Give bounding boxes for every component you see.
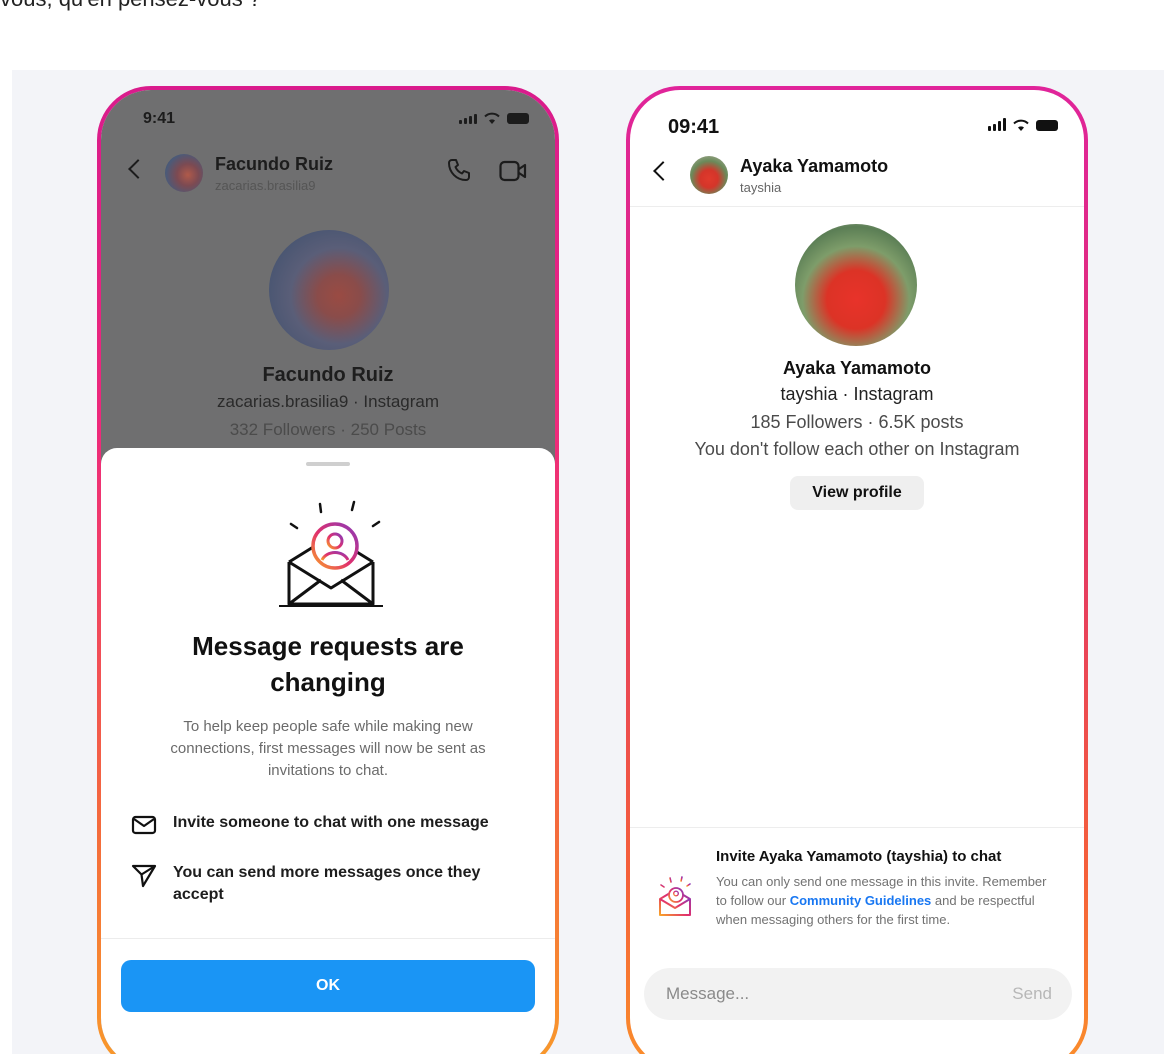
follow-status: You don't follow each other on Instagram — [694, 439, 1020, 459]
message-input[interactable]: Message... — [666, 984, 749, 1004]
phone-screen-right: 09:41 Ayaka Yamamoto tayshia Ayaka Yamam… — [630, 90, 1084, 1054]
signal-icon — [988, 118, 1006, 131]
video-call-icon[interactable] — [499, 160, 527, 182]
phone-mockup-right: 09:41 Ayaka Yamamoto tayshia Ayaka Yamam… — [626, 86, 1088, 1054]
profile-name: Facundo Ruiz — [262, 364, 394, 386]
ok-button[interactable]: OK — [121, 960, 535, 1012]
contact-username: zacarias.brasilia9 — [215, 178, 316, 193]
envelope-invite-icon — [659, 876, 691, 916]
back-arrow-icon[interactable] — [128, 159, 148, 179]
avatar[interactable] — [690, 156, 728, 194]
envelope-icon — [131, 815, 157, 835]
chat-header: Ayaka Yamamoto tayshia — [648, 156, 1066, 200]
wifi-icon — [1013, 119, 1029, 131]
back-arrow-icon[interactable] — [653, 161, 673, 181]
sheet-grabber[interactable] — [306, 462, 350, 466]
divider — [101, 938, 555, 939]
feature-item: You can send more messages once they acc… — [131, 862, 525, 906]
profile-stats: 185 Followers · 6.5K posts — [750, 412, 964, 432]
status-icons — [988, 118, 1058, 131]
battery-icon — [1036, 120, 1058, 131]
feature-text: You can send more messages once they acc… — [173, 864, 481, 903]
invite-description: You can only send one message in this in… — [716, 872, 1058, 929]
send-icon — [131, 864, 157, 888]
status-bar: 09:41 — [668, 116, 1058, 138]
status-icons — [459, 112, 529, 124]
profile-stats: 332 Followers · 250 Posts — [229, 420, 427, 439]
envelope-invite-icon — [279, 500, 383, 607]
send-button[interactable]: Send — [1012, 984, 1052, 1004]
contact-name[interactable]: Ayaka Yamamoto — [740, 156, 888, 177]
divider — [630, 206, 1084, 207]
wifi-icon — [484, 112, 500, 124]
phone-screen-left: 9:41 Facundo Ruiz zacarias.brasilia9 Fac… — [101, 90, 555, 1054]
illustration-stage: 9:41 Facundo Ruiz zacarias.brasilia9 Fac… — [12, 70, 1164, 1054]
page-caption: vous, qu'en pensez-vous ? — [0, 0, 261, 12]
signal-icon — [459, 114, 477, 124]
invite-title: Invite Ayaka Yamamoto (tayshia) to chat — [716, 848, 1002, 865]
status-bar: 9:41 — [143, 110, 529, 130]
bottom-sheet: Message requests are changing To help ke… — [101, 448, 555, 1054]
profile-photo — [269, 230, 389, 350]
status-time: 09:41 — [668, 116, 720, 138]
message-composer: Message... Send — [644, 968, 1072, 1020]
avatar[interactable] — [165, 154, 203, 192]
chat-header: Facundo Ruiz zacarias.brasilia9 — [123, 154, 533, 198]
contact-username: tayshia — [740, 180, 782, 195]
profile-name: Ayaka Yamamoto — [782, 358, 932, 378]
contact-name[interactable]: Facundo Ruiz — [215, 154, 333, 175]
sheet-title: Message requests are changing — [192, 631, 464, 697]
profile-username: tayshia · Instagram — [780, 384, 934, 404]
battery-icon — [507, 113, 529, 124]
community-guidelines-link[interactable]: Community Guidelines — [790, 893, 932, 908]
feature-item: Invite someone to chat with one message — [131, 812, 525, 838]
divider — [630, 827, 1084, 828]
phone-mockup-left: 9:41 Facundo Ruiz zacarias.brasilia9 Fac… — [97, 86, 559, 1054]
phone-call-icon[interactable] — [447, 158, 471, 182]
profile-username: zacarias.brasilia9 · Instagram — [216, 392, 440, 411]
sheet-description: To help keep people safe while making ne… — [170, 718, 486, 779]
profile-photo — [795, 224, 917, 346]
feature-text: Invite someone to chat with one message — [173, 814, 489, 831]
status-time: 9:41 — [143, 110, 176, 127]
view-profile-button[interactable]: View profile — [790, 476, 924, 510]
